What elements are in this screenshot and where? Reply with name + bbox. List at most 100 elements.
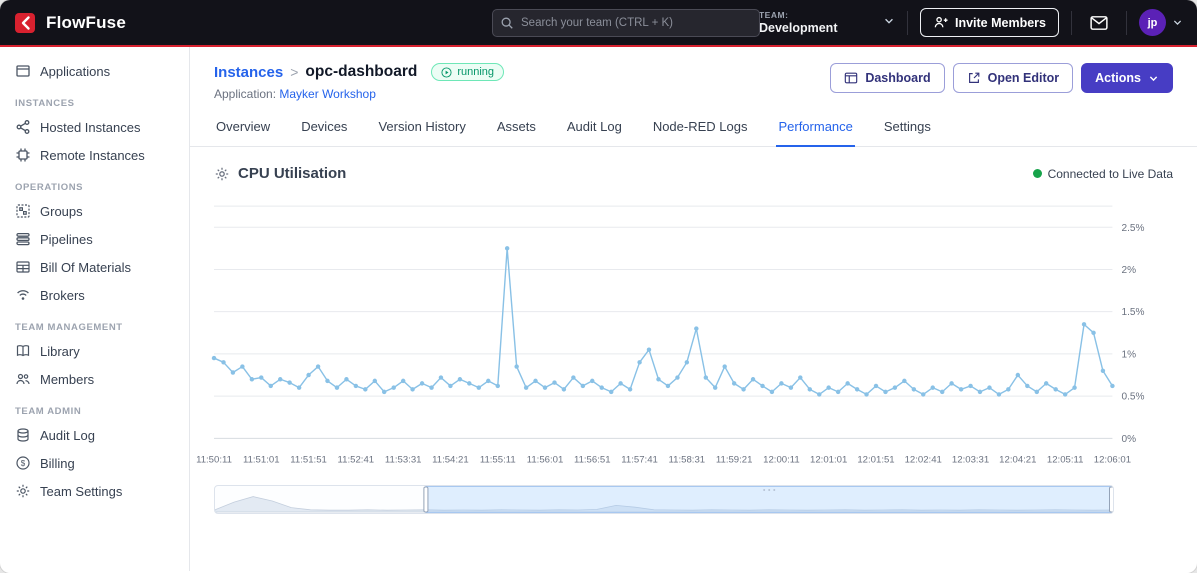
team-label: TEAM: (758, 10, 789, 20)
application-line: Application: Mayker Workshop (214, 87, 504, 101)
panel-title-block: CPU Utilisation (214, 165, 346, 182)
sidebar-item-label: Remote Instances (40, 147, 145, 163)
sidebar-item-applications[interactable]: Applications (0, 57, 189, 85)
sidebar-item-audit-log[interactable]: Audit Log (0, 421, 189, 449)
svg-text:11:51:01: 11:51:01 (243, 455, 280, 466)
svg-text:11:54:21: 11:54:21 (432, 455, 469, 466)
chevron-down-icon (1173, 20, 1182, 25)
members-icon (15, 371, 31, 387)
sidebar-item-groups[interactable]: Groups (0, 197, 189, 225)
svg-text:12:02:41: 12:02:41 (905, 455, 942, 466)
sidebar-item-team-settings[interactable]: Team Settings (0, 477, 189, 505)
breadcrumb-block: Instances > opc-dashboard running Applic… (214, 63, 505, 101)
svg-text:12:03:31: 12:03:31 (952, 455, 989, 466)
svg-text:12:05:11: 12:05:11 (1047, 455, 1084, 466)
running-icon (441, 66, 452, 78)
svg-text:2.5%: 2.5% (1121, 223, 1144, 234)
svg-text:12:01:01: 12:01:01 (810, 455, 847, 466)
tab-version-history[interactable]: Version History (376, 119, 467, 146)
svg-text:1.5%: 1.5% (1121, 307, 1144, 318)
sidebar-item-bill-of-materials[interactable]: Bill Of Materials (0, 253, 189, 281)
sidebar-item-library[interactable]: Library (0, 337, 189, 365)
actions-button[interactable]: Actions (1081, 63, 1173, 93)
status-badge: running (431, 63, 505, 81)
breadcrumb-instances-link[interactable]: Instances (214, 64, 283, 81)
open-editor-icon (968, 72, 980, 83)
tab-devices[interactable]: Devices (299, 119, 349, 146)
tab-audit-log[interactable]: Audit Log (565, 119, 624, 146)
svg-text:12:06:01: 12:06:01 (1094, 455, 1131, 466)
hosted-instances-icon (15, 119, 31, 135)
top-navbar: FlowFuse TEAM: Development (0, 0, 1197, 47)
brush-svg[interactable] (215, 485, 1113, 513)
team-search (492, 9, 760, 37)
person-plus-icon (934, 16, 948, 28)
sidebar-item-hosted-instances[interactable]: Hosted Instances (0, 113, 189, 141)
gear-icon (215, 167, 229, 180)
sidebar-item-billing[interactable]: $ Billing (0, 449, 189, 477)
svg-text:11:52:41: 11:52:41 (338, 455, 375, 466)
svg-text:11:59:21: 11:59:21 (716, 455, 753, 466)
svg-text:11:58:31: 11:58:31 (669, 455, 706, 466)
tab-performance[interactable]: Performance (776, 119, 855, 147)
nav-right-cluster: TEAM: Development Invite Members jp (724, 8, 1183, 37)
sidebar: Applications INSTANCES Hosted Instances … (0, 47, 190, 571)
sidebar-section-team-management: TEAM MANAGEMENT (15, 322, 123, 333)
sidebar-item-label: Brokers (40, 287, 85, 303)
svg-text:11:50:11: 11:50:11 (196, 455, 232, 466)
status-badge-label: running (457, 66, 495, 78)
tab-node-red-logs[interactable]: Node-RED Logs (651, 119, 750, 146)
sidebar-section-instances: INSTANCES (15, 98, 75, 109)
billing-icon: $ (15, 455, 31, 471)
dashboard-icon (845, 72, 858, 84)
sidebar-item-label: Hosted Instances (40, 119, 141, 135)
sidebar-item-label: Library (40, 343, 80, 359)
nav-divider (906, 10, 908, 35)
invite-members-button[interactable]: Invite Members (919, 8, 1059, 37)
applications-icon (15, 63, 31, 79)
sidebar-item-label: Pipelines (40, 231, 93, 247)
nav-divider (1126, 10, 1127, 35)
tab-settings[interactable]: Settings (882, 119, 933, 146)
tab-overview[interactable]: Overview (214, 119, 272, 146)
svg-text:11:53:31: 11:53:31 (385, 455, 422, 466)
dashboard-button-label: Dashboard (865, 71, 931, 85)
sidebar-item-label: Team Settings (40, 483, 123, 499)
flowfuse-logo[interactable]: FlowFuse (14, 11, 126, 35)
svg-text:11:56:51: 11:56:51 (574, 455, 611, 466)
open-editor-button[interactable]: Open Editor (952, 63, 1074, 93)
svg-text:0.5%: 0.5% (1121, 392, 1144, 403)
brokers-icon (15, 287, 31, 303)
dashboard-button[interactable]: Dashboard (830, 63, 945, 93)
mail-icon (1090, 15, 1108, 30)
svg-text:11:51:51: 11:51:51 (290, 455, 327, 466)
remote-instances-icon (15, 147, 31, 163)
svg-text:11:57:41: 11:57:41 (621, 455, 658, 466)
brand-name: FlowFuse (46, 12, 126, 32)
flowfuse-app-window: FlowFuse TEAM: Development (0, 0, 1197, 573)
svg-text:0%: 0% (1121, 434, 1136, 445)
flowfuse-logo-icon (15, 12, 35, 33)
user-menu[interactable]: jp (1139, 9, 1183, 36)
sidebar-item-label: Groups (40, 203, 83, 219)
sidebar-item-remote-instances[interactable]: Remote Instances (0, 141, 189, 169)
svg-text:12:04:21: 12:04:21 (999, 455, 1036, 466)
svg-text:2%: 2% (1121, 265, 1136, 276)
sidebar-item-members[interactable]: Members (0, 365, 189, 393)
notifications-button[interactable] (1084, 11, 1114, 35)
page-title: opc-dashboard (305, 63, 418, 80)
bill-of-materials-icon (15, 259, 31, 275)
panel-title: CPU Utilisation (238, 165, 347, 182)
chevron-down-icon (1149, 75, 1158, 81)
sidebar-item-label: Applications (40, 63, 111, 79)
svg-text:11:55:11: 11:55:11 (480, 455, 516, 466)
search-input[interactable] (492, 9, 760, 37)
tab-assets[interactable]: Assets (495, 119, 538, 146)
sidebar-item-pipelines[interactable]: Pipelines (0, 225, 189, 253)
sidebar-section-operations: OPERATIONS (15, 182, 84, 193)
sidebar-section-team-admin: TEAM ADMIN (15, 406, 82, 417)
time-range-brush[interactable] (214, 484, 1114, 514)
live-dot-icon (1032, 169, 1042, 178)
application-link[interactable]: Mayker Workshop (279, 87, 375, 101)
sidebar-item-brokers[interactable]: Brokers (0, 281, 189, 309)
